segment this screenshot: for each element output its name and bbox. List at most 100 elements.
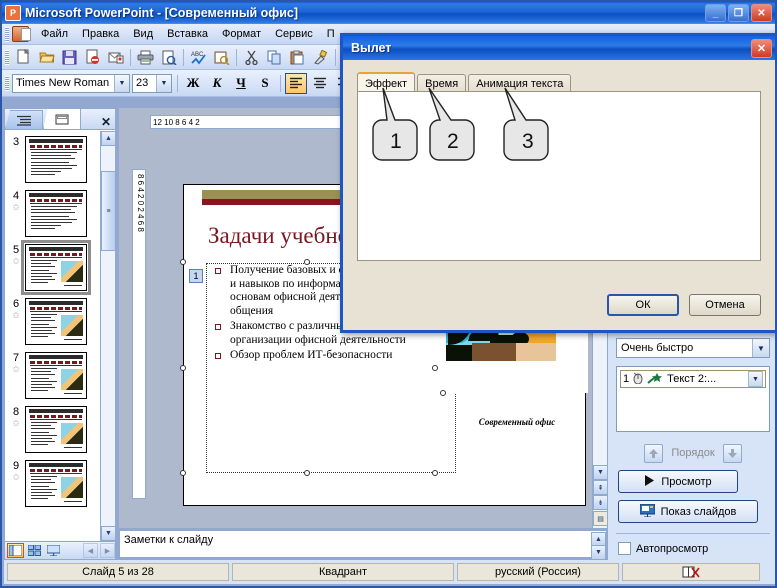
open-folder-icon[interactable] — [36, 47, 57, 68]
spellcheck-status-icon[interactable] — [622, 563, 760, 581]
animation-list-item[interactable]: 1 Текст 2:... ▼ — [620, 370, 766, 388]
slide-thumbnail-item[interactable]: 8 ✩ — [5, 401, 101, 455]
outline-tab[interactable] — [5, 110, 43, 129]
pane-scroll-right-icon[interactable]: ▶ — [100, 543, 115, 558]
effect-dialog[interactable]: Вылет ✕ Эффект Время Анимация текста 1 2… — [340, 33, 775, 333]
resize-handle[interactable] — [180, 365, 186, 371]
format-painter-icon[interactable] — [310, 47, 331, 68]
speed-select[interactable]: Очень быстро ▼ — [616, 338, 770, 358]
slide-list[interactable]: 3 4 ✩ 5 ✩ 6 ✩ 7 ✩ 8 ✩ 9 ✩ — [5, 131, 101, 541]
text-shadow-button[interactable]: S — [254, 73, 276, 94]
chevron-down-icon[interactable]: ▼ — [156, 74, 171, 92]
language-indicator[interactable]: русский (Россия) — [457, 563, 619, 581]
scroll-up-icon[interactable]: ▲ — [101, 131, 116, 146]
slideshow-view-button[interactable] — [45, 543, 62, 558]
animation-list[interactable]: 1 Текст 2:... ▼ — [616, 366, 770, 432]
slide-thumbnail-item[interactable]: 5 ✩ — [5, 239, 101, 295]
save-icon[interactable] — [59, 47, 80, 68]
slide-bullet-item[interactable]: Обзор проблем ИТ-безопасности — [207, 349, 455, 363]
slide-thumbnail[interactable] — [25, 352, 87, 399]
slide-thumbnail[interactable] — [21, 240, 91, 295]
slide-thumbnail-item[interactable]: 7 ✩ — [5, 347, 101, 401]
print-preview-icon[interactable] — [158, 47, 179, 68]
bold-button[interactable]: Ж — [182, 73, 204, 94]
research-icon[interactable] — [211, 47, 232, 68]
slide-thumbnail[interactable] — [25, 460, 87, 507]
animation-order-tag[interactable]: 1 — [189, 269, 203, 283]
spellcheck-icon[interactable]: ABC — [188, 47, 209, 68]
slide-pane-scrollbar[interactable]: ▲ ≡ ▼ — [100, 131, 116, 541]
ok-button[interactable]: ОК — [607, 294, 679, 316]
menu-item-tools[interactable]: Сервис — [268, 26, 320, 42]
minimize-button[interactable]: _ — [705, 4, 726, 22]
resize-handle[interactable] — [180, 259, 186, 265]
resize-handle[interactable] — [180, 470, 186, 476]
close-pane-icon[interactable]: ✕ — [101, 115, 111, 129]
font-name-combo[interactable]: Times New Roman ▼ — [12, 73, 130, 93]
cut-icon[interactable] — [241, 47, 262, 68]
move-down-button[interactable] — [722, 443, 742, 463]
copy-icon[interactable] — [264, 47, 285, 68]
chevron-down-icon[interactable]: ▼ — [752, 339, 769, 357]
italic-button[interactable]: К — [206, 73, 228, 94]
paste-icon[interactable] — [287, 47, 308, 68]
print-icon[interactable] — [135, 47, 156, 68]
preview-button[interactable]: Просмотр — [618, 470, 738, 493]
menu-item-view[interactable]: Вид — [126, 26, 160, 42]
normal-view-button[interactable] — [7, 543, 24, 558]
slide-thumbnail-item[interactable]: 9 ✩ — [5, 455, 101, 509]
notes-scrollbar[interactable]: ▲ ▼ — [591, 532, 606, 560]
close-button[interactable]: ✕ — [751, 4, 772, 22]
previous-slide-icon[interactable]: ⇞ — [593, 480, 608, 495]
new-document-icon[interactable] — [13, 47, 34, 68]
autopreview-checkbox-row[interactable]: Автопросмотр — [618, 542, 708, 555]
menu-grip[interactable] — [5, 26, 9, 42]
expand-icon[interactable]: ▤ — [593, 511, 608, 526]
cancel-button[interactable]: Отмена — [689, 294, 761, 316]
tab-effect[interactable]: Эффект — [357, 72, 416, 93]
resize-handle[interactable] — [304, 259, 310, 265]
permission-icon[interactable] — [82, 47, 103, 68]
picture-resize-handle[interactable] — [440, 390, 446, 396]
dialog-content-area[interactable] — [357, 91, 761, 261]
font-size-combo[interactable]: 23 ▼ — [132, 73, 172, 93]
resize-handle[interactable] — [304, 470, 310, 476]
slide-thumbnail[interactable] — [25, 136, 87, 183]
resize-handle[interactable] — [432, 365, 438, 371]
slide-thumbnail-item[interactable]: 4 ✩ — [5, 185, 101, 239]
slide-thumbnail[interactable] — [25, 298, 87, 345]
slide-sorter-button[interactable] — [26, 543, 43, 558]
menu-item-insert[interactable]: Вставка — [160, 26, 215, 42]
pane-scroll-left-icon[interactable]: ◀ — [83, 543, 98, 558]
scroll-down-icon[interactable]: ▼ — [591, 545, 606, 560]
menu-item-file[interactable]: Файл — [34, 26, 75, 42]
menu-item-edit[interactable]: Правка — [75, 26, 126, 42]
scroll-down-icon[interactable]: ▼ — [593, 465, 608, 480]
design-name[interactable]: Квадрант — [232, 563, 454, 581]
slide-thumbnail-item[interactable]: 3 — [5, 131, 101, 185]
standard-toolbar-grip[interactable] — [5, 49, 9, 65]
format-toolbar-grip[interactable] — [5, 75, 9, 91]
next-slide-icon[interactable]: ⇟ — [593, 495, 608, 510]
menu-item-format[interactable]: Формат — [215, 26, 268, 42]
slide-thumbnail-item[interactable]: 6 ✩ — [5, 293, 101, 347]
email-icon[interactable] — [105, 47, 126, 68]
underline-button[interactable]: Ч — [230, 73, 252, 94]
align-left-button[interactable] — [285, 72, 307, 94]
chevron-down-icon[interactable]: ▼ — [748, 371, 763, 387]
scroll-down-icon[interactable]: ▼ — [101, 526, 116, 541]
notes-pane[interactable]: Заметки к слайду ▲ ▼ — [119, 530, 607, 560]
align-center-button[interactable] — [309, 73, 331, 94]
slide-thumbnail[interactable] — [25, 190, 87, 237]
resize-handle[interactable] — [432, 470, 438, 476]
slideshow-button[interactable]: Показ слайдов — [618, 500, 758, 523]
menu-item-slideshow[interactable]: П — [320, 26, 342, 42]
chevron-down-icon[interactable]: ▼ — [114, 74, 129, 92]
maximize-button[interactable]: ❐ — [728, 4, 749, 22]
move-up-button[interactable] — [644, 443, 664, 463]
scrollbar-thumb[interactable]: ≡ — [101, 171, 116, 251]
autopreview-checkbox[interactable] — [618, 542, 631, 555]
dialog-close-button[interactable]: ✕ — [751, 38, 772, 58]
slide-title[interactable]: Задачи учебно — [208, 223, 349, 249]
slides-tab[interactable] — [43, 108, 81, 129]
